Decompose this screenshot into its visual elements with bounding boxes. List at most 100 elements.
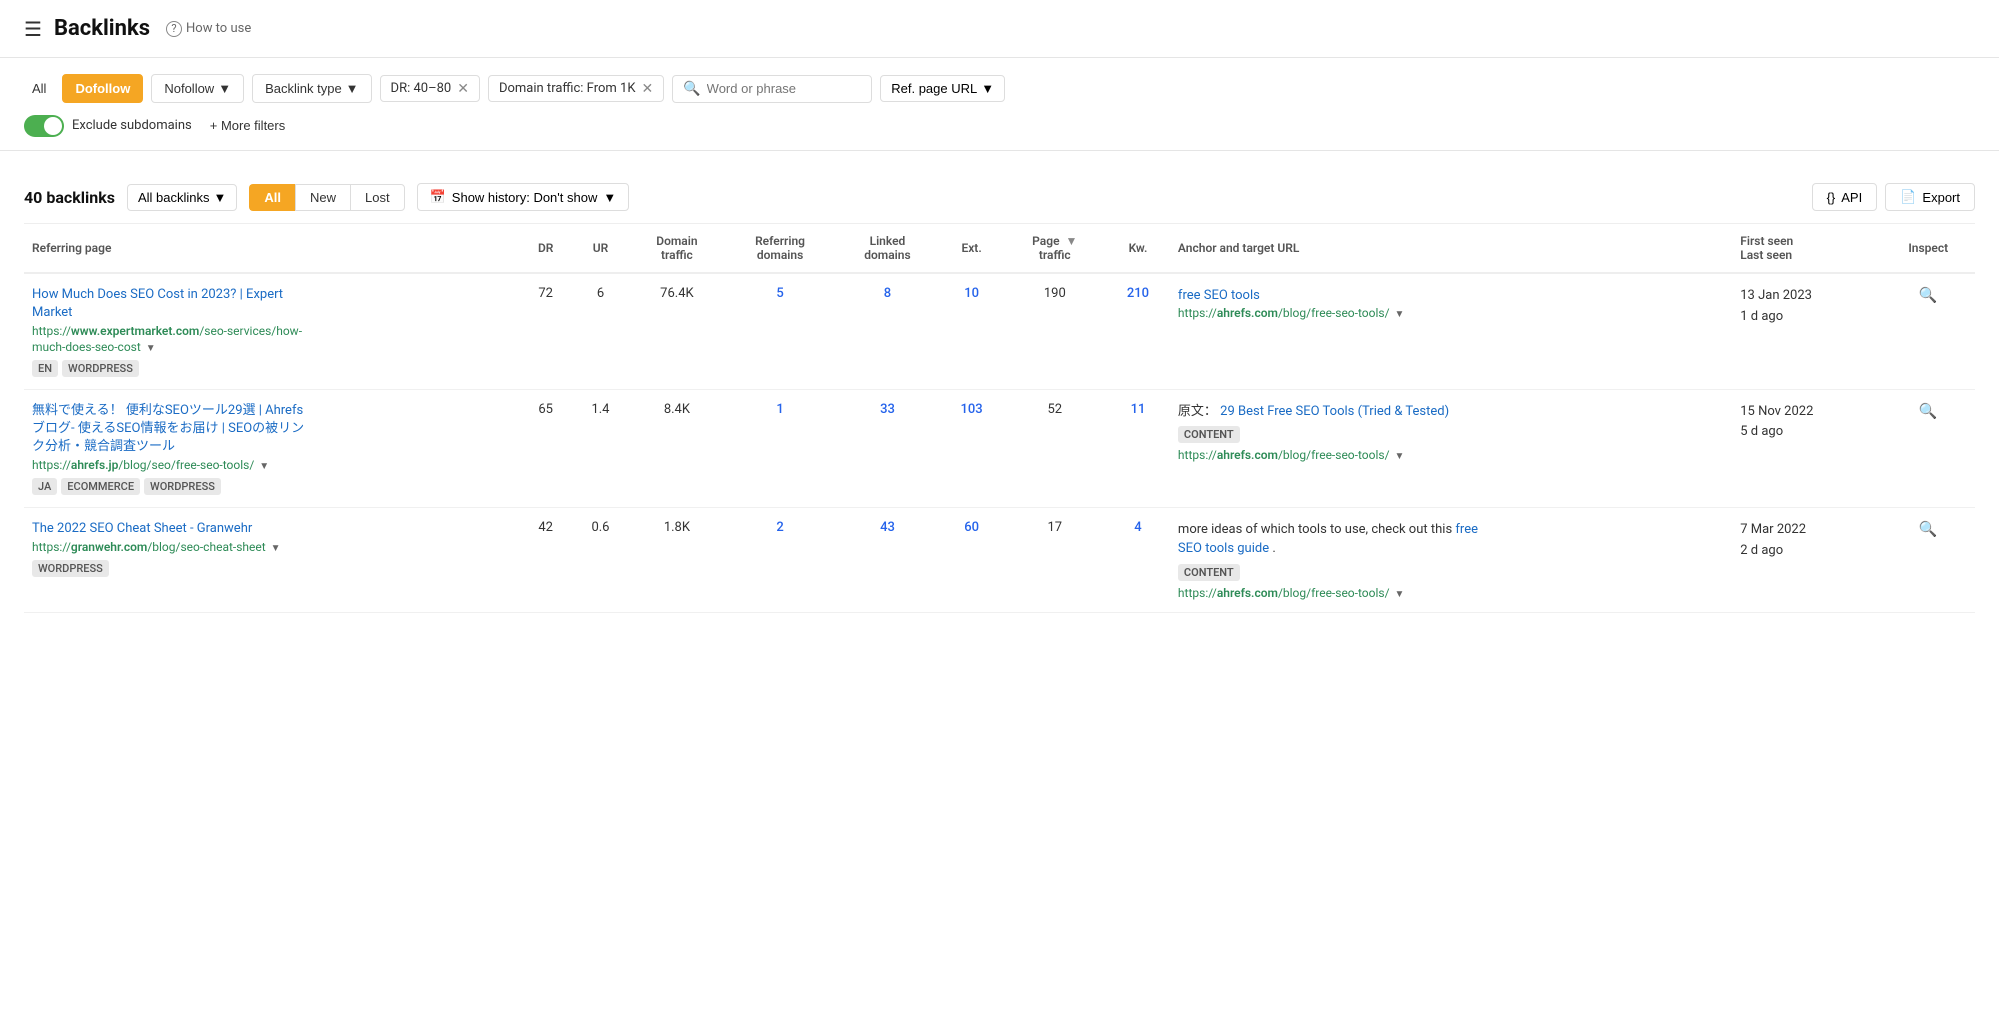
how-to-use-link[interactable]: ? How to use (166, 21, 251, 37)
anchor-prefix-2: 原文： (1178, 404, 1217, 419)
api-label: API (1841, 190, 1862, 205)
dr-filter-chip: DR: 40–80 ✕ (380, 75, 480, 102)
col-kw[interactable]: Kw. (1106, 224, 1170, 273)
table-header-row: Referring page DR UR Domaintraffic Refer… (24, 224, 1975, 273)
filter-nofollow-button[interactable]: Nofollow ▼ (151, 74, 244, 103)
data-table: Referring page DR UR Domaintraffic Refer… (24, 224, 1975, 613)
anchor-cell-2: 原文： 29 Best Free SEO Tools (Tried & Test… (1170, 389, 1732, 507)
col-dr[interactable]: DR (519, 224, 572, 273)
col-referring-page: Referring page (24, 224, 519, 273)
search-icon: 🔍 (683, 81, 700, 97)
domain-traffic-1: 76.4K (629, 273, 725, 389)
content-badge-3: CONTENT (1178, 564, 1240, 581)
page-traffic-3: 17 (1004, 507, 1107, 612)
tab-all[interactable]: All (249, 184, 295, 211)
anchor-suffix-3: . (1272, 541, 1275, 556)
col-referring-domains[interactable]: Referringdomains (725, 224, 835, 273)
domain-traffic-filter-label: Domain traffic: From 1K (499, 81, 636, 96)
referring-page-cell-2: 無料で使える！ 便利なSEOツール29選 | Ahrefsブログ- 使えるSEO… (24, 389, 519, 507)
ext-1[interactable]: 10 (940, 273, 1004, 389)
exclude-subdomains-label: Exclude subdomains (72, 118, 192, 133)
tags-row-1: EN WORDPRESS (32, 360, 312, 377)
linked-domains-1[interactable]: 8 (835, 273, 939, 389)
exclude-subdomains-toggle[interactable] (24, 115, 64, 137)
domain-traffic-filter-close[interactable]: ✕ (642, 82, 654, 96)
all-backlinks-arrow: ▼ (214, 190, 227, 205)
hamburger-icon[interactable]: ☰ (24, 17, 42, 41)
toolbar-right: {} API 📄 Export (1812, 183, 1975, 211)
col-domain-traffic[interactable]: Domaintraffic (629, 224, 725, 273)
referring-domains-2[interactable]: 1 (725, 389, 835, 507)
kw-3[interactable]: 4 (1106, 507, 1170, 612)
page-title-link-1[interactable]: How Much Does SEO Cost in 2023? | Expert… (32, 286, 312, 322)
inspect-icon-3[interactable]: 🔍 (1919, 520, 1938, 538)
anchor-cell-3: more ideas of which tools to use, check … (1170, 507, 1732, 612)
all-backlinks-dropdown[interactable]: All backlinks ▼ (127, 184, 237, 211)
table-row: The 2022 SEO Cheat Sheet - Granwehr http… (24, 507, 1975, 612)
col-page-traffic[interactable]: Page ▼traffic (1004, 224, 1107, 273)
export-icon: 📄 (1900, 189, 1916, 205)
linked-domains-3[interactable]: 43 (835, 507, 939, 612)
page-title-link-2[interactable]: 無料で使える！ 便利なSEOツール29選 | Ahrefsブログ- 使えるSEO… (32, 402, 312, 457)
ur-1: 6 (572, 273, 629, 389)
col-ur[interactable]: UR (572, 224, 629, 273)
kw-1[interactable]: 210 (1106, 273, 1170, 389)
tags-row-3: WORDPRESS (32, 560, 312, 577)
inspect-icon-2[interactable]: 🔍 (1919, 402, 1938, 420)
question-icon: ? (166, 21, 182, 37)
page-title-link-3[interactable]: The 2022 SEO Cheat Sheet - Granwehr (32, 520, 312, 538)
ext-3[interactable]: 60 (940, 507, 1004, 612)
ext-2[interactable]: 103 (940, 389, 1004, 507)
tags-row-2: JA ECOMMERCE WORDPRESS (32, 478, 312, 495)
domain-traffic-filter-chip: Domain traffic: From 1K ✕ (488, 75, 664, 102)
page-traffic-1: 190 (1004, 273, 1107, 389)
ref-page-url-button[interactable]: Ref. page URL ▼ (880, 75, 1005, 102)
referring-domains-3[interactable]: 2 (725, 507, 835, 612)
inspect-icon-1[interactable]: 🔍 (1919, 286, 1938, 304)
table-toolbar: 40 backlinks All backlinks ▼ All New Los… (24, 167, 1975, 224)
api-button[interactable]: {} API (1812, 183, 1878, 211)
tab-new[interactable]: New (295, 184, 350, 211)
filter-dofollow-button[interactable]: Dofollow (62, 74, 143, 103)
ref-page-url-label: Ref. page URL (891, 81, 977, 96)
col-anchor: Anchor and target URL (1170, 224, 1732, 273)
tab-lost[interactable]: Lost (350, 184, 405, 211)
col-ext[interactable]: Ext. (940, 224, 1004, 273)
ref-page-url-arrow: ▼ (981, 81, 994, 96)
dr-2: 65 (519, 389, 572, 507)
all-backlinks-label: All backlinks (138, 190, 210, 205)
linked-domains-2[interactable]: 33 (835, 389, 939, 507)
page-url-2: https://ahrefs.jp/blog/seo/free-seo-tool… (32, 458, 312, 474)
search-box[interactable]: 🔍 (672, 75, 872, 103)
target-url-2: https://ahrefs.com/blog/free-seo-tools/ … (1178, 448, 1498, 462)
backlinks-count: 40 backlinks (24, 188, 115, 207)
anchor-link-2[interactable]: 29 Best Free SEO Tools (Tried & Tested) (1220, 404, 1449, 419)
calendar-icon: 📅 (430, 189, 446, 205)
search-input[interactable] (707, 81, 857, 96)
export-button[interactable]: 📄 Export (1885, 183, 1975, 211)
anchor-link-1[interactable]: free SEO tools (1178, 288, 1260, 303)
domain-traffic-2: 8.4K (629, 389, 725, 507)
tab-group: All New Lost (249, 184, 404, 211)
tag-en-1: EN (32, 360, 58, 377)
filters-section: All Dofollow Nofollow ▼ Backlink type ▼ … (0, 58, 1999, 151)
show-history-arrow: ▼ (603, 190, 616, 205)
filter-backlink-type-button[interactable]: Backlink type ▼ (252, 74, 371, 103)
referring-domains-1[interactable]: 5 (725, 273, 835, 389)
dr-filter-close[interactable]: ✕ (457, 82, 469, 96)
export-label: Export (1922, 190, 1960, 205)
more-filters-button[interactable]: + More filters (200, 113, 296, 138)
anchor-prefix-3: more ideas of which tools to use, check … (1178, 522, 1455, 537)
show-history-button[interactable]: 📅 Show history: Don't show ▼ (417, 183, 630, 211)
dr-filter-label: DR: 40–80 (391, 81, 452, 96)
how-to-use-label: How to use (186, 21, 251, 36)
header: ☰ Backlinks ? How to use (0, 0, 1999, 58)
show-history-label: Show history: Don't show (452, 190, 598, 205)
filter-all-button[interactable]: All (24, 75, 54, 102)
dr-3: 42 (519, 507, 572, 612)
ur-3: 0.6 (572, 507, 629, 612)
kw-2[interactable]: 11 (1106, 389, 1170, 507)
col-linked-domains[interactable]: Linkeddomains (835, 224, 939, 273)
inspect-cell-3: 🔍 (1881, 507, 1975, 612)
ur-2: 1.4 (572, 389, 629, 507)
